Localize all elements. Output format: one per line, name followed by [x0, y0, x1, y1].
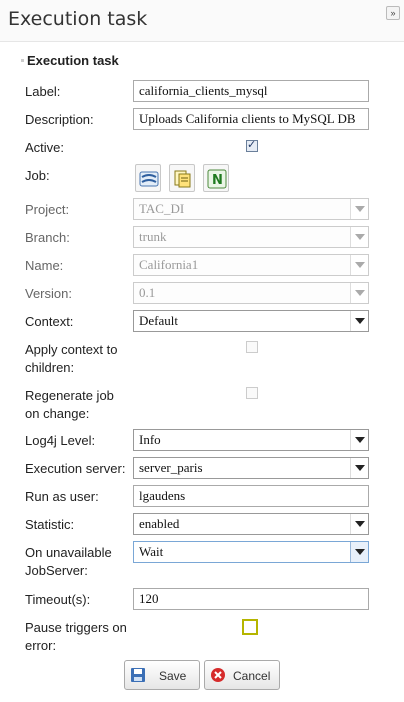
unavailable-jobserver-value: Wait	[139, 544, 164, 559]
run-as-user-label: Run as user:	[25, 489, 99, 504]
label-input[interactable]: california_clients_mysql	[133, 80, 369, 102]
branch-field-label: Branch:	[25, 230, 70, 245]
project-select-value: TAC_DI	[139, 201, 185, 216]
version-select-value: 0.1	[139, 285, 156, 300]
chevron-down-icon[interactable]	[350, 311, 368, 331]
section-bullet-icon	[21, 59, 24, 62]
job-list-button[interactable]	[169, 164, 195, 192]
chevron-down-icon	[350, 199, 368, 219]
unavailable-jobserver-select[interactable]: Wait	[133, 541, 369, 563]
job-browse-icon	[139, 171, 159, 187]
chevron-down-icon[interactable]	[350, 542, 368, 562]
active-checkbox[interactable]	[246, 138, 258, 152]
pause-triggers-label-line2: error:	[25, 638, 57, 653]
regenerate-job-checkbox	[246, 387, 258, 399]
branch-select-value: trunk	[139, 229, 167, 244]
project-field-label: Project:	[25, 202, 70, 217]
chevron-down-icon	[350, 283, 368, 303]
version-select: 0.1	[133, 282, 369, 304]
log4j-level-label: Log4j Level:	[25, 433, 96, 448]
chevron-down-icon[interactable]	[350, 514, 368, 534]
job-new-glyph: N	[212, 173, 223, 188]
name-select: California1	[133, 254, 369, 276]
pause-triggers-label-line1: Pause triggers on	[25, 620, 127, 635]
title-divider	[0, 41, 404, 42]
context-select-value: Default	[139, 313, 178, 328]
name-select-value: California1	[139, 257, 199, 272]
collapse-panel-button[interactable]: »	[386, 6, 400, 20]
job-list-icon	[174, 170, 191, 188]
version-field-label: Version:	[25, 286, 72, 301]
regenerate-job-label-line1: Regenerate job	[25, 388, 114, 403]
timeout-input[interactable]: 120	[133, 588, 369, 610]
chevron-down-icon	[350, 227, 368, 247]
window-title: Execution task	[8, 8, 148, 30]
regenerate-job-label: Regenerate job on change:	[25, 387, 114, 423]
project-select: TAC_DI	[133, 198, 369, 220]
context-field-label: Context:	[25, 314, 74, 329]
save-icon	[131, 668, 145, 682]
description-input[interactable]: Uploads California clients to MySQL DB	[133, 108, 369, 130]
chevron-down-icon[interactable]	[350, 458, 368, 478]
apply-context-label: Apply context to children:	[25, 341, 118, 377]
cancel-button-label: Cancel	[233, 669, 271, 683]
timeout-label: Timeout(s):	[25, 592, 91, 607]
cancel-icon	[211, 668, 225, 682]
cancel-button[interactable]: Cancel	[204, 660, 280, 690]
pause-triggers-checkbox[interactable]	[242, 619, 258, 635]
run-as-user-input[interactable]: lgaudens	[133, 485, 369, 507]
save-button-label: Save	[159, 669, 187, 683]
execution-server-select[interactable]: server_paris	[133, 457, 369, 479]
section-title: Execution task	[27, 53, 119, 68]
name-field-label: Name:	[25, 258, 64, 273]
unavailable-jobserver-label-line2: JobServer:	[25, 563, 88, 578]
apply-context-checkbox	[246, 341, 258, 353]
job-field-label: Job:	[25, 168, 50, 183]
label-field-label: Label:	[25, 84, 61, 99]
statistic-value: enabled	[139, 516, 180, 531]
chevron-down-icon[interactable]	[350, 430, 368, 450]
context-select[interactable]: Default	[133, 310, 369, 332]
title-bar: Execution task »	[0, 0, 404, 42]
job-new-icon: N	[207, 169, 227, 189]
job-browse-button[interactable]	[135, 164, 161, 192]
unavailable-jobserver-label-line1: On unavailable	[25, 545, 112, 560]
unavailable-jobserver-label: On unavailable JobServer:	[25, 544, 112, 580]
statistic-label: Statistic:	[25, 517, 75, 532]
pause-triggers-label: Pause triggers on error:	[25, 619, 127, 655]
apply-context-label-line1: Apply context to	[25, 342, 118, 357]
execution-server-value: server_paris	[139, 460, 203, 475]
job-new-button[interactable]: N	[203, 164, 229, 192]
active-field-label: Active:	[25, 140, 65, 155]
log4j-level-value: Info	[139, 432, 161, 447]
chevron-down-icon	[350, 255, 368, 275]
execution-server-label: Execution server:	[25, 461, 126, 476]
save-button[interactable]: Save	[124, 660, 200, 690]
regenerate-job-label-line2: on change:	[25, 406, 90, 421]
log4j-level-select[interactable]: Info	[133, 429, 369, 451]
description-field-label: Description:	[25, 112, 94, 127]
statistic-select[interactable]: enabled	[133, 513, 369, 535]
apply-context-label-line2: children:	[25, 360, 75, 375]
branch-select: trunk	[133, 226, 369, 248]
